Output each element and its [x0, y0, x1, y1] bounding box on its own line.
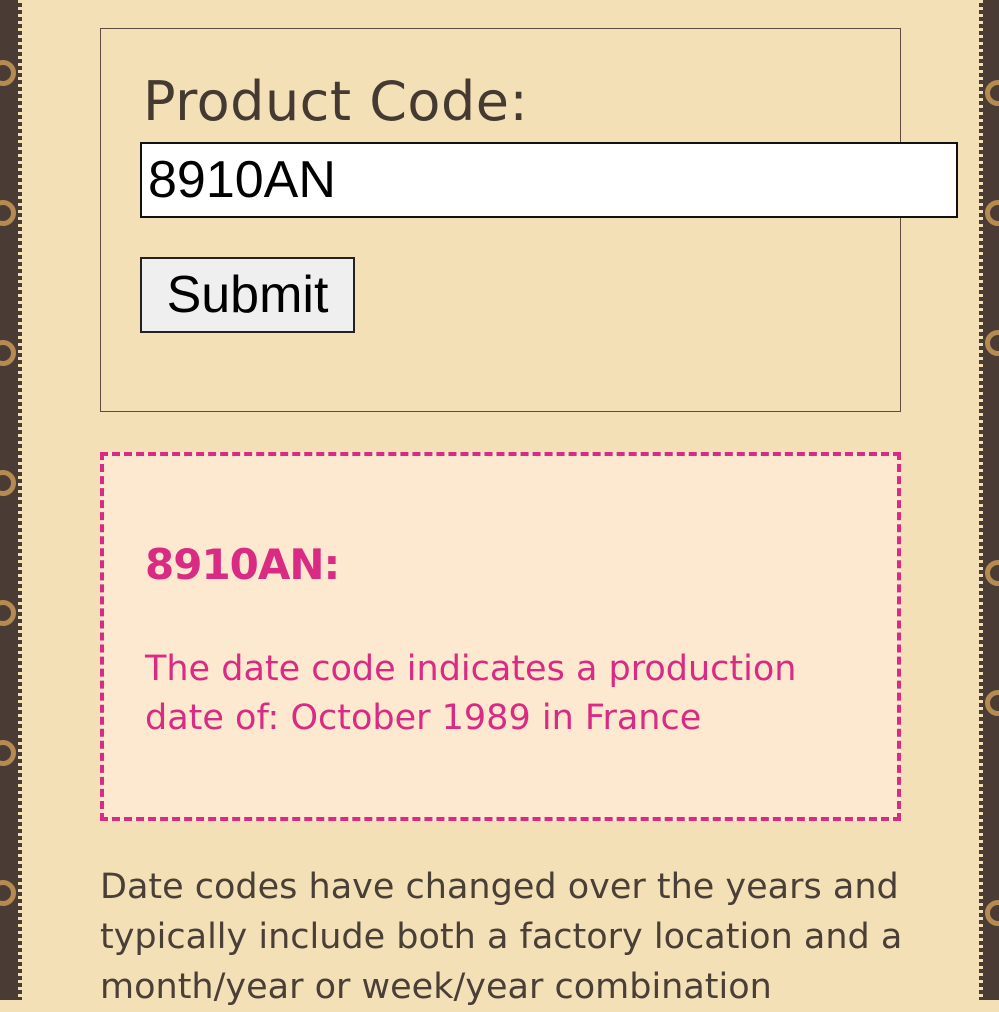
result-text: The date code indicates a production dat…	[145, 649, 797, 738]
monogram-flower-icon	[0, 60, 16, 86]
monogram-flower-icon	[0, 470, 16, 496]
monogram-flower-icon	[0, 340, 16, 366]
submit-button[interactable]: Submit	[140, 257, 355, 333]
right-decorative-border	[979, 0, 999, 1000]
monogram-flower-icon	[0, 200, 16, 226]
date-code-info-text: Date codes have changed over the years a…	[100, 867, 903, 1007]
monogram-flower-icon	[985, 80, 999, 106]
monogram-flower-icon	[985, 330, 999, 356]
result-panel	[100, 452, 901, 821]
result-title: 8910AN:	[145, 540, 340, 589]
product-code-input[interactable]	[140, 142, 958, 218]
left-decorative-border	[0, 0, 22, 1000]
product-code-label: Product Code:	[143, 70, 529, 133]
monogram-flower-icon	[985, 690, 999, 716]
monogram-flower-icon	[985, 900, 999, 926]
monogram-flower-icon	[0, 600, 16, 626]
monogram-flower-icon	[985, 200, 999, 226]
monogram-flower-icon	[985, 560, 999, 586]
monogram-flower-icon	[0, 740, 16, 766]
monogram-flower-icon	[0, 880, 16, 906]
